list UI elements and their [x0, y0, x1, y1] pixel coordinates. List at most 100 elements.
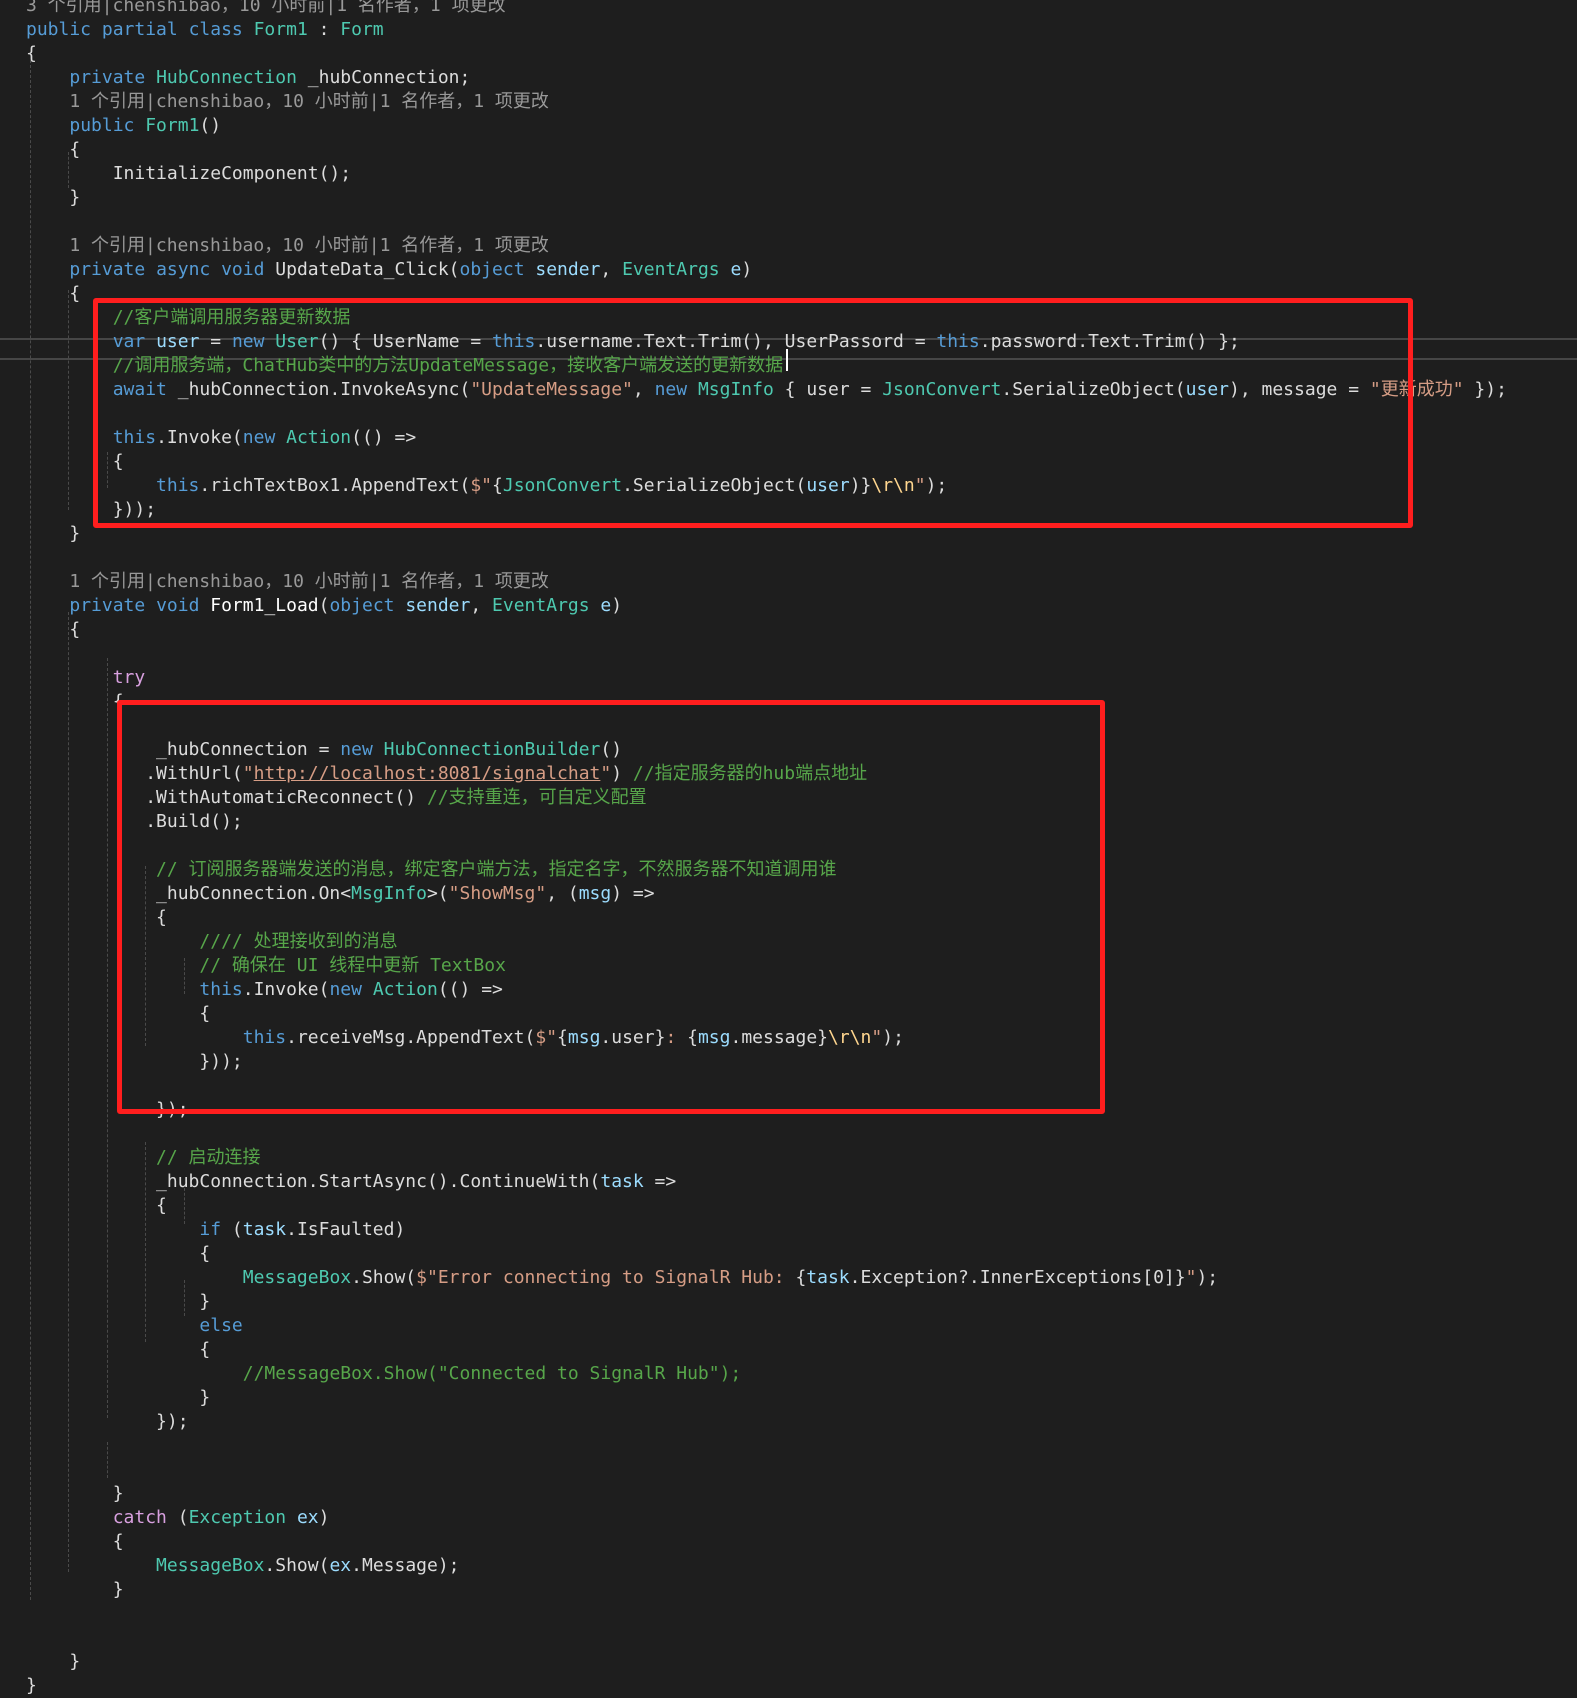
indent-guide — [68, 290, 69, 510]
code-token: class — [188, 19, 254, 40]
code-line: } — [26, 1674, 37, 1698]
code-token: ) — [741, 259, 753, 280]
indent-guide — [184, 1188, 185, 1224]
code-editor[interactable]: 3 个引用|chenshibao，10 小时前|1 名作者，1 项更改 publi… — [0, 0, 1577, 1696]
code-line: MessageBox.Show($"Error connecting to Si… — [26, 1266, 1218, 1290]
code-line: private async void UpdateData_Click(obje… — [26, 258, 752, 282]
code-token: task — [242, 1219, 287, 1240]
indent-guide — [68, 152, 69, 188]
codelens-line: 1 个引用|chenshibao，10 小时前|1 名作者，1 项更改 — [26, 571, 549, 592]
code-token: $"Error connecting to SignalR Hub: — [416, 1267, 796, 1288]
code-token: } — [26, 1387, 211, 1408]
code-token: partial — [101, 19, 189, 40]
code-token: .Show( — [264, 1555, 330, 1576]
code-token: else — [199, 1315, 243, 1336]
code-token: MessageBox — [242, 1267, 352, 1288]
code-token: : — [307, 19, 341, 40]
code-token: if — [199, 1219, 232, 1240]
code-token: // 启动连接 — [156, 1147, 261, 1168]
code-token: ) — [611, 595, 623, 616]
code-token: Form — [340, 19, 384, 40]
code-token: ex — [296, 1507, 319, 1528]
code-token: { — [26, 139, 81, 160]
code-token: task — [806, 1267, 850, 1288]
highlight-box-hub-setup — [117, 700, 1105, 1114]
text-caret — [786, 349, 788, 371]
code-line: } — [26, 522, 80, 546]
code-token: .Exception?.InnerExceptions[0]} — [849, 1267, 1186, 1288]
code-token: void — [156, 595, 211, 616]
code-token: public — [69, 115, 146, 136]
code-line: catch (Exception ex) — [26, 1506, 330, 1530]
code-token: Form1 — [253, 19, 308, 40]
code-line: try — [26, 666, 146, 690]
code-line: { — [26, 690, 124, 714]
codelens-line: 1 个引用|chenshibao，10 小时前|1 名作者，1 项更改 — [26, 91, 549, 112]
code-token: { — [26, 1339, 211, 1360]
code-token: catch — [112, 1507, 178, 1528]
code-token: Form1 — [145, 115, 200, 136]
code-token: .IsFaulted) — [286, 1219, 406, 1240]
highlight-box-update-click — [93, 298, 1413, 528]
codelens-line: 3 个引用|chenshibao，10 小时前|1 名作者，1 项更改 — [26, 0, 506, 16]
code-token: { — [26, 283, 81, 304]
code-token: => — [643, 1171, 677, 1192]
code-token: { — [795, 1267, 807, 1288]
code-token: { — [26, 1243, 211, 1264]
code-token: } — [26, 1675, 37, 1696]
code-line: } — [26, 1482, 124, 1506]
code-token: object — [459, 259, 536, 280]
code-token: } — [26, 1483, 124, 1504]
code-line: } — [26, 1578, 124, 1602]
code-token: , — [600, 259, 623, 280]
code-token: Exception — [188, 1507, 297, 1528]
code-token: _hubConnection.StartAsync().ContinueWith… — [26, 1171, 601, 1192]
code-line: { — [26, 42, 37, 66]
code-token: .Show( — [351, 1267, 417, 1288]
code-line: private void Form1_Load(object sender, E… — [26, 594, 622, 618]
code-token: () — [199, 115, 222, 136]
codelens-line: 1 个引用|chenshibao，10 小时前|1 名作者，1 项更改 — [26, 235, 549, 256]
code-token: MessageBox — [156, 1555, 265, 1576]
code-token: ( — [177, 1507, 189, 1528]
code-token: } — [26, 1579, 124, 1600]
code-line: else — [26, 1314, 243, 1338]
code-token: task — [600, 1171, 644, 1192]
code-token: } — [26, 523, 81, 544]
code-line: { — [26, 138, 80, 162]
code-line: public partial class Form1 : Form — [26, 18, 384, 42]
code-line: } — [26, 1650, 80, 1674]
code-token: e — [730, 259, 742, 280]
code-token: public — [26, 19, 102, 40]
code-token: } — [26, 1651, 81, 1672]
code-token: ) — [318, 1507, 330, 1528]
indent-guide — [107, 1442, 108, 1478]
code-token: HubConnection — [156, 67, 297, 88]
code-token: EventArgs — [622, 259, 731, 280]
code-token: ex — [329, 1555, 352, 1576]
indent-guide — [68, 612, 69, 1572]
indent-guide — [184, 1280, 185, 1316]
code-line: { — [26, 1242, 210, 1266]
code-token: object — [329, 595, 406, 616]
code-token: void — [221, 259, 276, 280]
code-line: } — [26, 1290, 210, 1314]
code-token: //MessageBox.Show("Connected to SignalR … — [242, 1363, 742, 1384]
indent-guide — [107, 658, 108, 1418]
indent-guide — [145, 1142, 146, 1342]
code-token: Form1_Load — [210, 595, 319, 616]
code-token: } — [26, 1291, 211, 1312]
code-line: MessageBox.Show(ex.Message); — [26, 1554, 459, 1578]
code-line: if (task.IsFaulted) — [26, 1218, 405, 1242]
code-token: UpdateData_Click( — [275, 259, 460, 280]
